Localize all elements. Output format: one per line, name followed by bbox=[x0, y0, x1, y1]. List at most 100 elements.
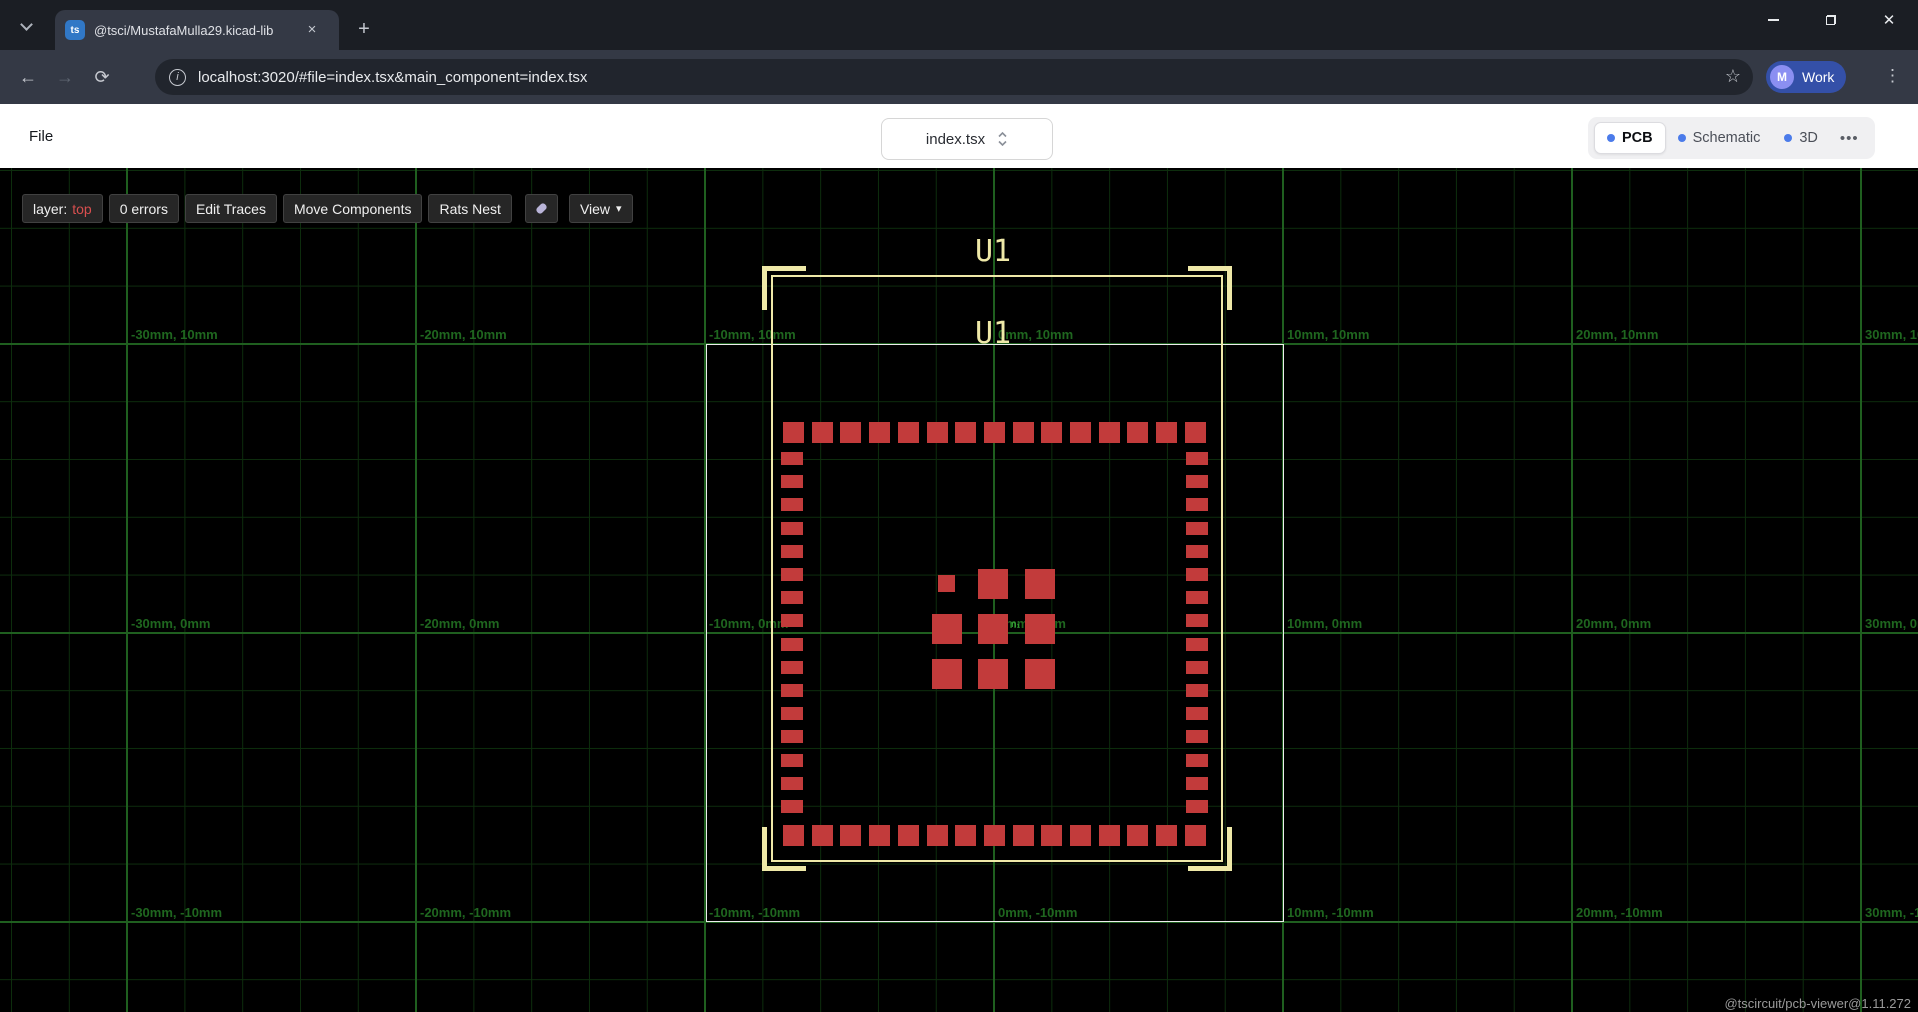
pcb-pad[interactable] bbox=[1186, 661, 1208, 674]
errors-button[interactable]: 0 errors bbox=[109, 194, 179, 223]
back-button[interactable]: ← bbox=[14, 63, 42, 91]
pcb-pad[interactable] bbox=[781, 545, 803, 558]
file-menu[interactable]: File bbox=[27, 124, 55, 149]
pcb-pad[interactable] bbox=[1013, 422, 1034, 443]
window-restore-button[interactable] bbox=[1802, 0, 1860, 40]
browser-menu-icon[interactable]: ⋮ bbox=[1884, 66, 1901, 86]
pcb-pad[interactable] bbox=[783, 825, 804, 846]
pcb-pad[interactable] bbox=[783, 422, 804, 443]
pcb-pad[interactable] bbox=[1186, 777, 1208, 790]
pcb-pad[interactable] bbox=[840, 825, 861, 846]
pcb-pad[interactable] bbox=[1099, 825, 1120, 846]
pcb-pad[interactable] bbox=[1186, 568, 1208, 581]
pcb-pad[interactable] bbox=[781, 614, 803, 627]
profile-chip[interactable]: M Work bbox=[1766, 61, 1846, 93]
pcb-pad[interactable] bbox=[1186, 730, 1208, 743]
pcb-pad[interactable] bbox=[984, 825, 1005, 846]
pcb-pad[interactable] bbox=[1186, 591, 1208, 604]
pcb-pad[interactable] bbox=[1070, 422, 1091, 443]
view-tabs-overflow-button[interactable]: ••• bbox=[1830, 124, 1869, 153]
pcb-pad[interactable] bbox=[781, 800, 803, 813]
pcb-pad[interactable] bbox=[1070, 825, 1091, 846]
forward-button[interactable]: → bbox=[51, 63, 79, 91]
pcb-pad[interactable] bbox=[1127, 825, 1148, 846]
pcb-pad[interactable] bbox=[955, 422, 976, 443]
pcb-pad[interactable] bbox=[812, 825, 833, 846]
edit-pencil-button[interactable] bbox=[525, 194, 558, 223]
browser-tab[interactable]: ts @tsci/MustafaMulla29.kicad-lib × bbox=[55, 10, 339, 50]
view-dropdown-button[interactable]: View ▾ bbox=[569, 194, 633, 223]
pcb-pad[interactable] bbox=[898, 825, 919, 846]
pcb-pad[interactable] bbox=[932, 659, 962, 689]
tab-schematic[interactable]: Schematic bbox=[1666, 123, 1773, 153]
pcb-pad[interactable] bbox=[1186, 707, 1208, 720]
pcb-pad[interactable] bbox=[955, 825, 976, 846]
edit-traces-button[interactable]: Edit Traces bbox=[185, 194, 277, 223]
pcb-pad[interactable] bbox=[1025, 569, 1055, 599]
bookmark-star-icon[interactable]: ☆ bbox=[1725, 66, 1741, 87]
pcb-pad[interactable] bbox=[978, 569, 1008, 599]
pcb-canvas[interactable]: layer: top 0 errors Edit Traces Move Com… bbox=[0, 168, 1918, 1012]
pcb-pad[interactable] bbox=[781, 684, 803, 697]
pcb-pad[interactable] bbox=[1186, 754, 1208, 767]
window-minimize-button[interactable] bbox=[1744, 0, 1802, 40]
pcb-pad[interactable] bbox=[1185, 825, 1206, 846]
layer-button[interactable]: layer: top bbox=[22, 194, 103, 223]
address-bar[interactable]: i localhost:3020/#file=index.tsx&main_co… bbox=[155, 59, 1753, 95]
pcb-pad[interactable] bbox=[938, 575, 955, 592]
pcb-pad[interactable] bbox=[869, 422, 890, 443]
pcb-pad[interactable] bbox=[812, 422, 833, 443]
tab-3d[interactable]: 3D bbox=[1772, 123, 1830, 153]
pcb-pad[interactable] bbox=[898, 422, 919, 443]
pcb-pad[interactable] bbox=[781, 452, 803, 465]
tab-close-icon[interactable]: × bbox=[303, 21, 321, 39]
pcb-pad[interactable] bbox=[781, 754, 803, 767]
pcb-pad[interactable] bbox=[1186, 545, 1208, 558]
pcb-pad[interactable] bbox=[1186, 475, 1208, 488]
pcb-pad[interactable] bbox=[781, 591, 803, 604]
pcb-pad[interactable] bbox=[1025, 614, 1055, 644]
window-close-button[interactable]: ✕ bbox=[1860, 0, 1918, 40]
pcb-pad[interactable] bbox=[781, 498, 803, 511]
pcb-pad[interactable] bbox=[1041, 825, 1062, 846]
pcb-pad[interactable] bbox=[781, 568, 803, 581]
pcb-pad[interactable] bbox=[1186, 522, 1208, 535]
pcb-pad[interactable] bbox=[927, 422, 948, 443]
pcb-pad[interactable] bbox=[1186, 684, 1208, 697]
pcb-pad[interactable] bbox=[984, 422, 1005, 443]
pcb-pad[interactable] bbox=[781, 777, 803, 790]
pcb-pad[interactable] bbox=[1013, 825, 1034, 846]
pcb-pad[interactable] bbox=[1156, 825, 1177, 846]
pcb-pad[interactable] bbox=[932, 614, 962, 644]
site-info-icon[interactable]: i bbox=[169, 69, 186, 86]
pcb-pad[interactable] bbox=[1186, 498, 1208, 511]
pcb-pad[interactable] bbox=[781, 707, 803, 720]
pcb-pad[interactable] bbox=[1099, 422, 1120, 443]
tab-search-button[interactable] bbox=[12, 12, 40, 40]
file-selector-dropdown[interactable]: index.tsx bbox=[881, 118, 1053, 160]
pcb-pad[interactable] bbox=[781, 475, 803, 488]
pcb-pad[interactable] bbox=[1185, 422, 1206, 443]
pcb-pad[interactable] bbox=[781, 522, 803, 535]
pcb-pad[interactable] bbox=[1186, 614, 1208, 627]
pcb-pad[interactable] bbox=[927, 825, 948, 846]
pcb-pad[interactable] bbox=[978, 659, 1008, 689]
move-components-button[interactable]: Move Components bbox=[283, 194, 423, 223]
pcb-pad[interactable] bbox=[1041, 422, 1062, 443]
pcb-pad[interactable] bbox=[781, 730, 803, 743]
pcb-pad[interactable] bbox=[1186, 638, 1208, 651]
pcb-pad[interactable] bbox=[781, 638, 803, 651]
tab-pcb[interactable]: PCB bbox=[1594, 122, 1666, 154]
pcb-pad[interactable] bbox=[1186, 452, 1208, 465]
pcb-pad[interactable] bbox=[869, 825, 890, 846]
pcb-pad[interactable] bbox=[1025, 659, 1055, 689]
pcb-pad[interactable] bbox=[840, 422, 861, 443]
pcb-pad[interactable] bbox=[1186, 800, 1208, 813]
rats-nest-button[interactable]: Rats Nest bbox=[428, 194, 511, 223]
pcb-pad[interactable] bbox=[978, 614, 1008, 644]
pcb-pad[interactable] bbox=[781, 661, 803, 674]
new-tab-button[interactable]: + bbox=[350, 16, 378, 44]
pcb-pad[interactable] bbox=[1156, 422, 1177, 443]
pcb-pad[interactable] bbox=[1127, 422, 1148, 443]
reload-button[interactable]: ⟳ bbox=[88, 63, 116, 91]
